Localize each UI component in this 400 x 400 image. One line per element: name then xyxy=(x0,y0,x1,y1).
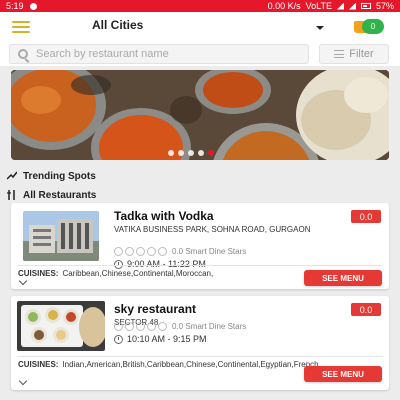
restaurant-name[interactable]: Tadka with Vodka xyxy=(114,209,214,223)
star-icon xyxy=(136,247,145,256)
cuisines-row: CUISINES: Caribbean,Chinese,Continental,M… xyxy=(18,269,308,279)
status-time: 5:19 xyxy=(6,1,24,11)
status-bar: 5:19 0.00 K/s VoLTE 57% xyxy=(0,0,400,12)
star-icon xyxy=(125,247,134,256)
all-restaurants-title: All Restaurants xyxy=(23,189,97,201)
carousel-dot[interactable] xyxy=(188,150,194,156)
filter-label: Filter xyxy=(349,48,374,60)
divider xyxy=(17,265,383,266)
cart-count-badge: 0 xyxy=(362,19,384,34)
restaurant-address: VATIKA BUSINESS PARK, SOHNA ROAD, GURGAO… xyxy=(114,225,311,234)
opening-hours: 10:10 AM - 9:15 PM xyxy=(114,334,207,344)
search-box[interactable] xyxy=(9,44,309,64)
star-icon xyxy=(136,322,145,331)
battery-level: 57% xyxy=(375,1,394,11)
banner-carousel[interactable] xyxy=(11,70,389,160)
chevron-down-icon[interactable] xyxy=(316,26,324,30)
filter-button[interactable]: Filter xyxy=(319,44,389,64)
cuisines-row: CUISINES: Indian,American,British,Caribbe… xyxy=(18,360,321,370)
divider xyxy=(17,356,383,357)
cart-button[interactable]: 0 xyxy=(354,18,384,36)
cuisines-label: CUISINES: xyxy=(18,360,59,369)
star-icon xyxy=(114,247,123,256)
star-icon xyxy=(114,322,123,331)
carousel-dot-active[interactable] xyxy=(208,150,214,156)
network-speed: 0.00 K/s xyxy=(267,1,301,11)
star-icon xyxy=(147,322,156,331)
hours-text: 10:10 AM - 9:15 PM xyxy=(127,334,207,344)
rating-row: 0.0 Smart Dine Stars xyxy=(114,247,246,256)
trending-icon xyxy=(7,171,17,180)
network-type: VoLTE xyxy=(305,1,332,11)
search-input[interactable] xyxy=(36,48,296,60)
food-banner-image xyxy=(11,70,389,160)
search-row: Filter xyxy=(0,42,400,66)
rating-text: 0.0 Smart Dine Stars xyxy=(172,247,247,256)
all-restaurants-section-header: All Restaurants xyxy=(0,187,400,203)
signal-icon-2 xyxy=(348,2,356,10)
rating-row: 0.0 Smart Dine Stars xyxy=(114,322,246,331)
city-selector[interactable]: All Cities xyxy=(92,18,143,32)
hamburger-menu-icon[interactable] xyxy=(12,21,30,33)
star-icon xyxy=(158,322,167,331)
filter-icon xyxy=(334,50,345,58)
cuisines-list: Caribbean,Chinese,Continental,Moroccan, xyxy=(62,269,214,278)
restaurant-card[interactable]: Tadka with Vodka VATIKA BUSINESS PARK, S… xyxy=(11,203,389,289)
restaurant-thumbnail xyxy=(17,301,105,351)
opening-hours: 9:00 AM - 11:22 PM xyxy=(114,259,206,269)
restaurant-name[interactable]: sky restaurant xyxy=(114,302,196,316)
star-icon xyxy=(158,247,167,256)
clock-icon xyxy=(114,334,123,344)
restaurant-thumbnail xyxy=(23,211,99,261)
signal-icon xyxy=(336,2,344,10)
cuisines-label: CUISINES: xyxy=(18,269,59,278)
rating-text: 0.0 Smart Dine Stars xyxy=(172,322,247,331)
restaurant-icon xyxy=(7,190,15,200)
clock-icon xyxy=(114,259,123,269)
trending-section-header[interactable]: Trending Spots xyxy=(0,168,400,184)
score-badge: 0.0 xyxy=(351,303,381,316)
star-icon xyxy=(125,322,134,331)
cuisines-list: Indian,American,British,Caribbean,Chines… xyxy=(62,360,321,369)
hours-text: 9:00 AM - 11:22 PM xyxy=(127,259,206,269)
see-menu-button[interactable]: SEE MENU xyxy=(304,366,382,382)
score-badge: 0.0 xyxy=(351,210,381,223)
carousel-dot[interactable] xyxy=(178,150,184,156)
carousel-indicators xyxy=(168,150,214,156)
see-menu-button[interactable]: SEE MENU xyxy=(304,270,382,286)
notification-icon xyxy=(29,2,37,10)
trending-title: Trending Spots xyxy=(23,170,96,182)
battery-icon xyxy=(360,3,371,9)
chevron-down-icon[interactable] xyxy=(18,376,28,386)
carousel-dot[interactable] xyxy=(198,150,204,156)
restaurant-card[interactable]: sky restaurant SECTOR 48 0.0 Smart Dine … xyxy=(11,296,389,390)
carousel-dot[interactable] xyxy=(168,150,174,156)
search-icon xyxy=(18,49,28,59)
star-icon xyxy=(147,247,156,256)
app-bar: All Cities 0 xyxy=(0,12,400,42)
